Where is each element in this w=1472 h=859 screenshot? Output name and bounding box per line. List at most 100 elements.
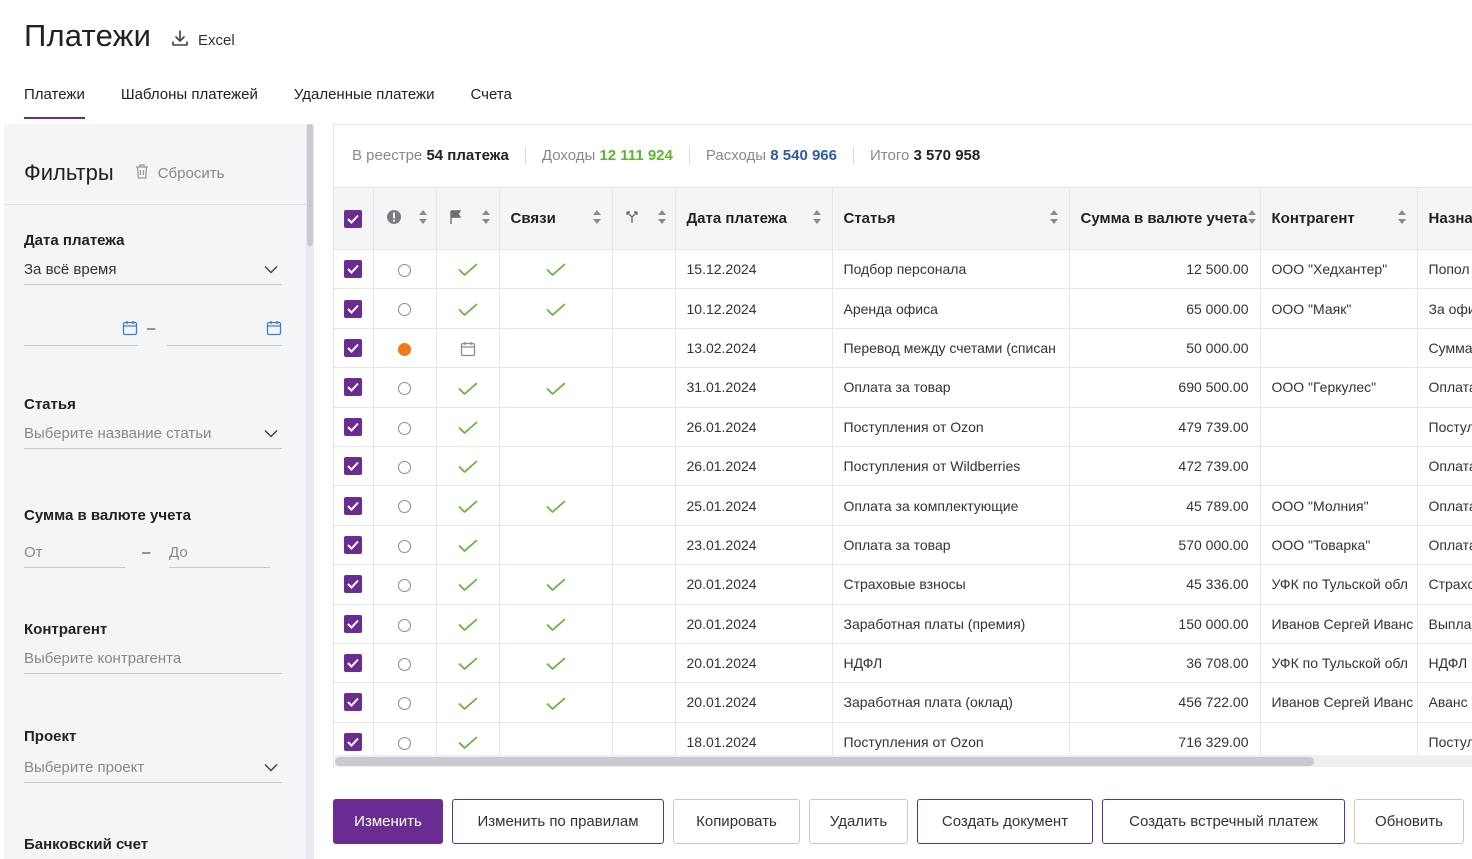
sort-icon (592, 209, 602, 229)
split-icon (625, 210, 639, 228)
row-checkbox[interactable] (344, 575, 363, 594)
refresh-button[interactable]: Обновить (1354, 799, 1464, 844)
table-row[interactable]: 13.02.2024 Перевод между счетами (списан 5… (334, 328, 1472, 369)
row-checkbox[interactable] (344, 299, 363, 318)
row-links-cell (499, 643, 613, 684)
check-icon (458, 576, 478, 592)
row-date: 20.01.2024 (675, 604, 833, 644)
tab-payment-templates[interactable]: Шаблоны платежей (121, 86, 258, 119)
reset-filters-button[interactable]: Сбросить (134, 163, 224, 184)
filters-scrollbar-thumb[interactable] (307, 124, 313, 246)
date-from-input[interactable] (24, 316, 138, 346)
counterparty-column-header[interactable]: Контрагент (1260, 187, 1418, 250)
status-radio[interactable] (398, 657, 411, 671)
row-counterparty: ООО "Товарка" (1260, 525, 1418, 566)
chevron-down-icon (264, 261, 278, 278)
row-purpose: Постул (1417, 407, 1472, 447)
amount-from-input[interactable]: От (24, 538, 125, 568)
tabs: Платежи Шаблоны платежей Удаленные плате… (24, 86, 512, 119)
edit-button[interactable]: Изменить (333, 799, 443, 844)
links-column-header[interactable]: Связи (499, 187, 613, 250)
table-scrollbar-thumb[interactable] (335, 757, 1314, 766)
table-row[interactable]: 20.01.2024 НДФЛ 36 708.00 УФК по Тульской о… (334, 643, 1472, 684)
select-all-checkbox[interactable] (344, 209, 363, 228)
row-amount: 65 000.00 (1069, 288, 1261, 329)
status-radio[interactable] (398, 382, 411, 396)
chevron-down-icon (264, 759, 278, 776)
row-amount: 45 789.00 (1069, 485, 1261, 526)
split-column-header[interactable] (612, 187, 676, 250)
flag-column-header[interactable] (436, 187, 500, 250)
table-horizontal-scrollbar[interactable] (335, 755, 1472, 767)
status-radio[interactable] (398, 618, 411, 632)
table-row[interactable]: 25.01.2024 Оплата за комплектующие 45 789.… (334, 485, 1472, 526)
filters-scrollbar[interactable] (306, 124, 314, 859)
filters-header: Фильтры Сбросить (24, 160, 224, 186)
row-status-cell (373, 485, 437, 526)
status-radio[interactable] (398, 697, 411, 711)
row-checkbox[interactable] (344, 378, 363, 397)
row-date: 23.01.2024 (675, 525, 833, 566)
tab-deleted-payments[interactable]: Удаленные платежи (294, 86, 435, 119)
project-select[interactable]: Выберите проект (24, 753, 282, 783)
create-counter-payment-button[interactable]: Создать встречный платеж (1102, 799, 1345, 844)
delete-button[interactable]: Удалить (809, 799, 908, 844)
row-checkbox[interactable] (344, 614, 363, 633)
status-column-header[interactable] (373, 187, 437, 250)
calendar-icon (122, 320, 138, 341)
table-row[interactable]: 20.01.2024 Заработная платы (премия) 150 0… (334, 604, 1472, 644)
create-document-button[interactable]: Создать документ (917, 799, 1093, 844)
date-column-header[interactable]: Дата платежа (675, 187, 833, 250)
row-flag-cell (436, 604, 500, 644)
row-checkbox[interactable] (344, 457, 363, 476)
sort-icon (1397, 209, 1407, 229)
table-row[interactable]: 10.12.2024 Аренда офиса 65 000.00 ООО "Маяк… (334, 288, 1472, 329)
table-row[interactable]: 26.01.2024 Поступления от Wildberries 472 … (334, 446, 1472, 487)
status-radio[interactable] (398, 460, 411, 474)
status-radio[interactable] (398, 500, 411, 514)
table-row[interactable]: 31.01.2024 Оплата за товар 690 500.00 ООО "… (334, 367, 1472, 408)
filters-divider (4, 204, 306, 205)
table-row[interactable]: 23.01.2024 Оплата за товар 570 000.00 ООО "… (334, 525, 1472, 566)
table-row[interactable]: 15.12.2024 Подбор персонала 12 500.00 ООО "… (334, 249, 1472, 290)
row-checkbox[interactable] (344, 654, 363, 673)
row-flag-cell (436, 643, 500, 684)
row-select-cell (334, 682, 374, 723)
status-radio[interactable] (398, 539, 411, 553)
status-radio[interactable] (398, 263, 411, 277)
row-status-cell (373, 564, 437, 605)
amount-column-header[interactable]: Сумма в валюте учета (1069, 187, 1261, 250)
filters-panel: Фильтры Сбросить Дата платежа За всё вре… (4, 124, 306, 859)
row-checkbox[interactable] (344, 260, 363, 279)
status-radio[interactable] (398, 736, 411, 750)
row-purpose: Сумма (1417, 328, 1472, 369)
check-icon (458, 497, 478, 513)
table-row[interactable]: 26.01.2024 Поступления от Ozon 479 739.00 П… (334, 407, 1472, 447)
status-radio[interactable] (398, 421, 411, 435)
row-checkbox[interactable] (344, 535, 363, 554)
excel-export-button[interactable]: Excel (170, 28, 235, 52)
row-checkbox[interactable] (344, 732, 363, 751)
row-checkbox[interactable] (344, 496, 363, 515)
row-article: Оплата за комплектующие (832, 485, 1070, 526)
table-row[interactable]: 20.01.2024 Заработная плата (оклад) 456 72… (334, 682, 1472, 723)
tab-payments[interactable]: Платежи (24, 86, 85, 119)
counterparty-select[interactable]: Выберите контрагента (24, 644, 282, 674)
edit-by-rules-button[interactable]: Изменить по правилам (452, 799, 664, 844)
article-column-header[interactable]: Статья (832, 187, 1070, 250)
copy-button[interactable]: Копировать (673, 799, 800, 844)
article-select[interactable]: Выберите название статьи (24, 419, 282, 449)
date-to-input[interactable] (167, 316, 282, 346)
amount-to-input[interactable]: До (169, 538, 270, 568)
purpose-column-header[interactable]: Назна (1417, 187, 1472, 250)
article-column-label: Статья (843, 210, 896, 227)
status-radio[interactable] (398, 303, 411, 317)
date-period-select[interactable]: За всё время (24, 255, 282, 285)
table-row[interactable]: 20.01.2024 Страховые взносы 45 336.00 УФК п… (334, 564, 1472, 605)
row-checkbox[interactable] (344, 338, 363, 357)
row-checkbox[interactable] (344, 693, 363, 712)
status-radio[interactable] (398, 579, 411, 593)
row-date: 13.02.2024 (675, 328, 833, 369)
row-checkbox[interactable] (344, 417, 363, 436)
tab-accounts[interactable]: Счета (470, 86, 511, 119)
